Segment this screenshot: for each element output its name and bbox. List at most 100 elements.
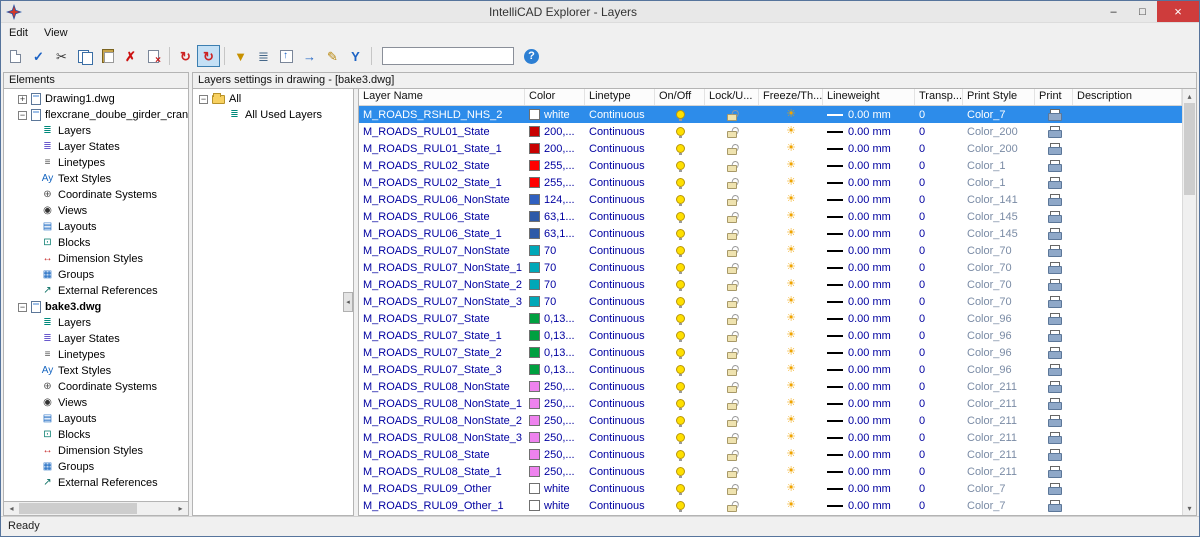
layer-color-cell[interactable]: 250,... — [525, 395, 585, 412]
print-style-cell[interactable]: Color_7 — [963, 480, 1035, 497]
table-row[interactable]: M_ROADS_RUL08_NonState250,...Continuous☀… — [359, 378, 1182, 395]
printer-icon[interactable] — [1048, 211, 1061, 222]
on-off-cell[interactable] — [655, 497, 705, 514]
bulb-on-icon[interactable] — [676, 331, 685, 340]
table-row[interactable]: M_ROADS_RUL02_State_1255,...Continuous☀0… — [359, 174, 1182, 191]
freeze-thaw-cell[interactable]: ☀ — [759, 140, 823, 157]
description-cell[interactable] — [1073, 140, 1182, 157]
printer-icon[interactable] — [1048, 466, 1061, 477]
lock-open-icon[interactable] — [727, 471, 737, 478]
table-row[interactable]: M_ROADS_RUL08_State250,...Continuous☀0.0… — [359, 446, 1182, 463]
linetype-cell[interactable]: Continuous — [585, 446, 655, 463]
print-style-cell[interactable]: Color_145 — [963, 208, 1035, 225]
panel-collapse-button[interactable]: ◂ — [343, 292, 353, 312]
transparency-cell[interactable]: 0 — [915, 446, 963, 463]
layer-name-cell[interactable]: M_ROADS_RUL07_State_2 — [359, 344, 525, 361]
lock-open-icon[interactable] — [727, 216, 737, 223]
tree-node-coordinate-systems[interactable]: ⊕Coordinate Systems — [4, 379, 188, 395]
on-off-cell[interactable] — [655, 327, 705, 344]
lineweight-cell[interactable]: 0.00 mm — [823, 463, 915, 480]
table-row[interactable]: M_ROADS_RUL02_State255,...Continuous☀0.0… — [359, 157, 1182, 174]
transparency-cell[interactable]: 0 — [915, 463, 963, 480]
freeze-thaw-cell[interactable]: ☀ — [759, 293, 823, 310]
print-cell[interactable] — [1035, 242, 1073, 259]
tree-node-linetypes[interactable]: ≡Linetypes — [4, 347, 188, 363]
tree-node-dimension-styles[interactable]: ↔Dimension Styles — [4, 443, 188, 459]
printer-icon[interactable] — [1048, 194, 1061, 205]
on-off-cell[interactable] — [655, 242, 705, 259]
linetype-cell[interactable]: Continuous — [585, 157, 655, 174]
bulb-on-icon[interactable] — [676, 229, 685, 238]
layer-color-cell[interactable]: white — [525, 480, 585, 497]
lineweight-cell[interactable]: 0.00 mm — [823, 293, 915, 310]
lineweight-cell[interactable]: 0.00 mm — [823, 225, 915, 242]
sun-thaw-icon[interactable]: ☀ — [786, 500, 796, 511]
layer-color-cell[interactable]: 250,... — [525, 446, 585, 463]
regen-button[interactable]: ↻ — [197, 45, 220, 67]
lineweight-cell[interactable]: 0.00 mm — [823, 480, 915, 497]
freeze-thaw-cell[interactable]: ☀ — [759, 395, 823, 412]
table-row[interactable]: M_ROADS_RSHLD_NHS_2whiteContinuous☀0.00 … — [359, 106, 1182, 123]
collapse-box-icon[interactable]: − — [18, 303, 27, 312]
scrollbar-thumb[interactable] — [19, 503, 137, 514]
transparency-cell[interactable]: 0 — [915, 208, 963, 225]
linetype-cell[interactable]: Continuous — [585, 310, 655, 327]
freeze-thaw-cell[interactable]: ☀ — [759, 497, 823, 514]
transparency-cell[interactable]: 0 — [915, 191, 963, 208]
lock-open-icon[interactable] — [727, 131, 737, 138]
layer-name-cell[interactable]: M_ROADS_RUL09_Other_1 — [359, 497, 525, 514]
layer-color-cell[interactable]: 250,... — [525, 412, 585, 429]
transparency-cell[interactable]: 0 — [915, 123, 963, 140]
lineweight-cell[interactable]: 0.00 mm — [823, 140, 915, 157]
sun-thaw-icon[interactable]: ☀ — [786, 415, 796, 426]
freeze-thaw-cell[interactable]: ☀ — [759, 412, 823, 429]
layer-name-cell[interactable]: M_ROADS_RUL09_Other — [359, 480, 525, 497]
transparency-cell[interactable]: 0 — [915, 140, 963, 157]
description-cell[interactable] — [1073, 480, 1182, 497]
tree-node-text-styles[interactable]: AyText Styles — [4, 363, 188, 379]
lock-unlock-cell[interactable] — [705, 191, 759, 208]
lock-open-icon[interactable] — [727, 420, 737, 427]
table-vertical-scrollbar[interactable]: ▴ ▾ — [1182, 89, 1196, 515]
on-off-cell[interactable] — [655, 157, 705, 174]
confirm-button[interactable]: ✓ — [27, 45, 50, 67]
on-off-cell[interactable] — [655, 361, 705, 378]
description-cell[interactable] — [1073, 446, 1182, 463]
table-header-row[interactable]: Layer NameColorLinetypeOn/OffLock/U...Fr… — [359, 89, 1182, 106]
cut-button[interactable]: ✂ — [50, 45, 73, 67]
isolate-layer-button[interactable] — [275, 45, 298, 67]
linetype-cell[interactable]: Continuous — [585, 123, 655, 140]
layer-search-input[interactable] — [382, 47, 514, 65]
sun-thaw-icon[interactable]: ☀ — [786, 330, 796, 341]
freeze-thaw-cell[interactable]: ☀ — [759, 123, 823, 140]
freeze-thaw-cell[interactable]: ☀ — [759, 191, 823, 208]
layer-color-cell[interactable]: 255,... — [525, 174, 585, 191]
lock-open-icon[interactable] — [727, 284, 737, 291]
freeze-thaw-cell[interactable]: ☀ — [759, 480, 823, 497]
on-off-cell[interactable] — [655, 106, 705, 123]
maximize-button[interactable]: □ — [1128, 1, 1157, 22]
description-cell[interactable] — [1073, 310, 1182, 327]
tree-node-layer-states[interactable]: ≣Layer States — [4, 139, 188, 155]
print-style-cell[interactable]: Color_1 — [963, 157, 1035, 174]
lock-open-icon[interactable] — [727, 335, 737, 342]
tree-node-dimension-styles[interactable]: ↔Dimension Styles — [4, 251, 188, 267]
edit-filter-button[interactable]: ✎ — [321, 45, 344, 67]
sun-thaw-icon[interactable]: ☀ — [786, 194, 796, 205]
column-header-layer-name[interactable]: Layer Name — [359, 89, 525, 105]
set-current-layer-button[interactable]: → — [298, 45, 321, 67]
lock-open-icon[interactable] — [727, 505, 737, 512]
freeze-thaw-cell[interactable]: ☀ — [759, 429, 823, 446]
printer-icon[interactable] — [1048, 347, 1061, 358]
linetype-cell[interactable]: Continuous — [585, 242, 655, 259]
table-row[interactable]: M_ROADS_RUL07_State_30,13...Continuous☀0… — [359, 361, 1182, 378]
tree-node-views[interactable]: ◉Views — [4, 203, 188, 219]
printer-icon[interactable] — [1048, 279, 1061, 290]
bulb-on-icon[interactable] — [676, 382, 685, 391]
on-off-cell[interactable] — [655, 276, 705, 293]
printer-icon[interactable] — [1048, 330, 1061, 341]
sun-thaw-icon[interactable]: ☀ — [786, 296, 796, 307]
description-cell[interactable] — [1073, 497, 1182, 514]
lineweight-cell[interactable]: 0.00 mm — [823, 208, 915, 225]
transparency-cell[interactable]: 0 — [915, 344, 963, 361]
